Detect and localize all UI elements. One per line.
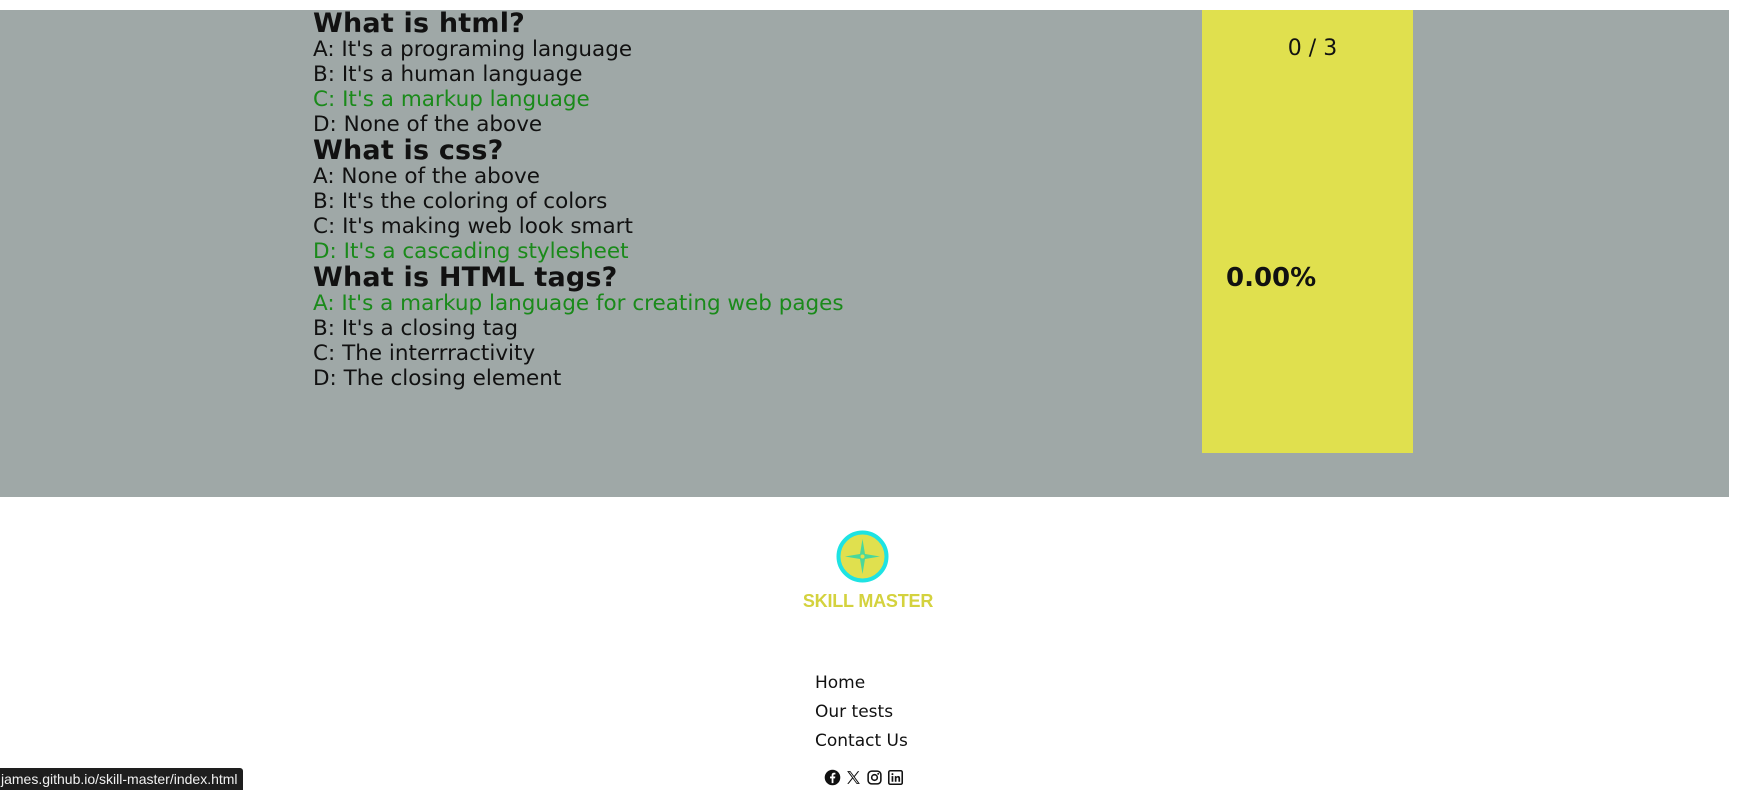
correct-answer-option: D: It's a cascading stylesheet	[313, 239, 629, 264]
answer-option: A: None of the above	[313, 164, 540, 189]
facebook-icon[interactable]	[824, 769, 841, 786]
question-block: What is HTML tags? A: It's a markup lang…	[313, 264, 1213, 391]
question-title: What is css?	[313, 135, 504, 166]
x-icon[interactable]	[845, 769, 862, 786]
social-links	[824, 769, 904, 786]
question-block: What is html? A: It's a programing langu…	[313, 10, 1213, 137]
answer-option: C: It's making web look smart	[313, 214, 633, 239]
correct-answer-option: A: It's a markup language for creating w…	[313, 291, 844, 316]
question-title: What is HTML tags?	[313, 262, 618, 293]
answer-option: C: The interrractivity	[313, 341, 536, 366]
score-count: 0 / 3	[1287, 36, 1338, 61]
question-block: What is css? A: None of the above B: It'…	[313, 137, 1213, 264]
answer-option: B: It's the coloring of colors	[313, 189, 608, 214]
linkedin-icon[interactable]	[887, 769, 904, 786]
link-status-bar: james.github.io/skill-master/index.html	[0, 768, 243, 790]
score-panel: 0 / 3 0.00%	[1202, 10, 1413, 453]
answer-option: D: None of the above	[313, 112, 543, 137]
footer-link-our-tests[interactable]: Our tests	[815, 698, 908, 727]
brand-name: SKILL MASTER	[802, 591, 934, 611]
correct-answer-option: C: It's a markup language	[313, 87, 590, 112]
skill-master-logo-icon[interactable]	[836, 530, 889, 583]
footer-nav: Home Our tests Contact Us	[815, 669, 908, 756]
answer-option: A: It's a programing language	[313, 37, 633, 62]
footer-link-contact-us[interactable]: Contact Us	[815, 727, 908, 756]
answer-option: B: It's a closing tag	[313, 316, 519, 341]
site-footer: SKILL MASTER Home Our tests Contact Us	[0, 497, 1729, 788]
question-list: What is html? A: It's a programing langu…	[313, 10, 1213, 391]
footer-link-home[interactable]: Home	[815, 669, 908, 698]
quiz-results-section: What is html? A: It's a programing langu…	[0, 10, 1729, 497]
instagram-icon[interactable]	[866, 769, 883, 786]
score-percent: 0.00%	[1226, 263, 1317, 293]
answer-option: B: It's a human language	[313, 62, 583, 87]
question-title: What is html?	[313, 8, 526, 39]
answer-option: D: The closing element	[313, 366, 562, 391]
